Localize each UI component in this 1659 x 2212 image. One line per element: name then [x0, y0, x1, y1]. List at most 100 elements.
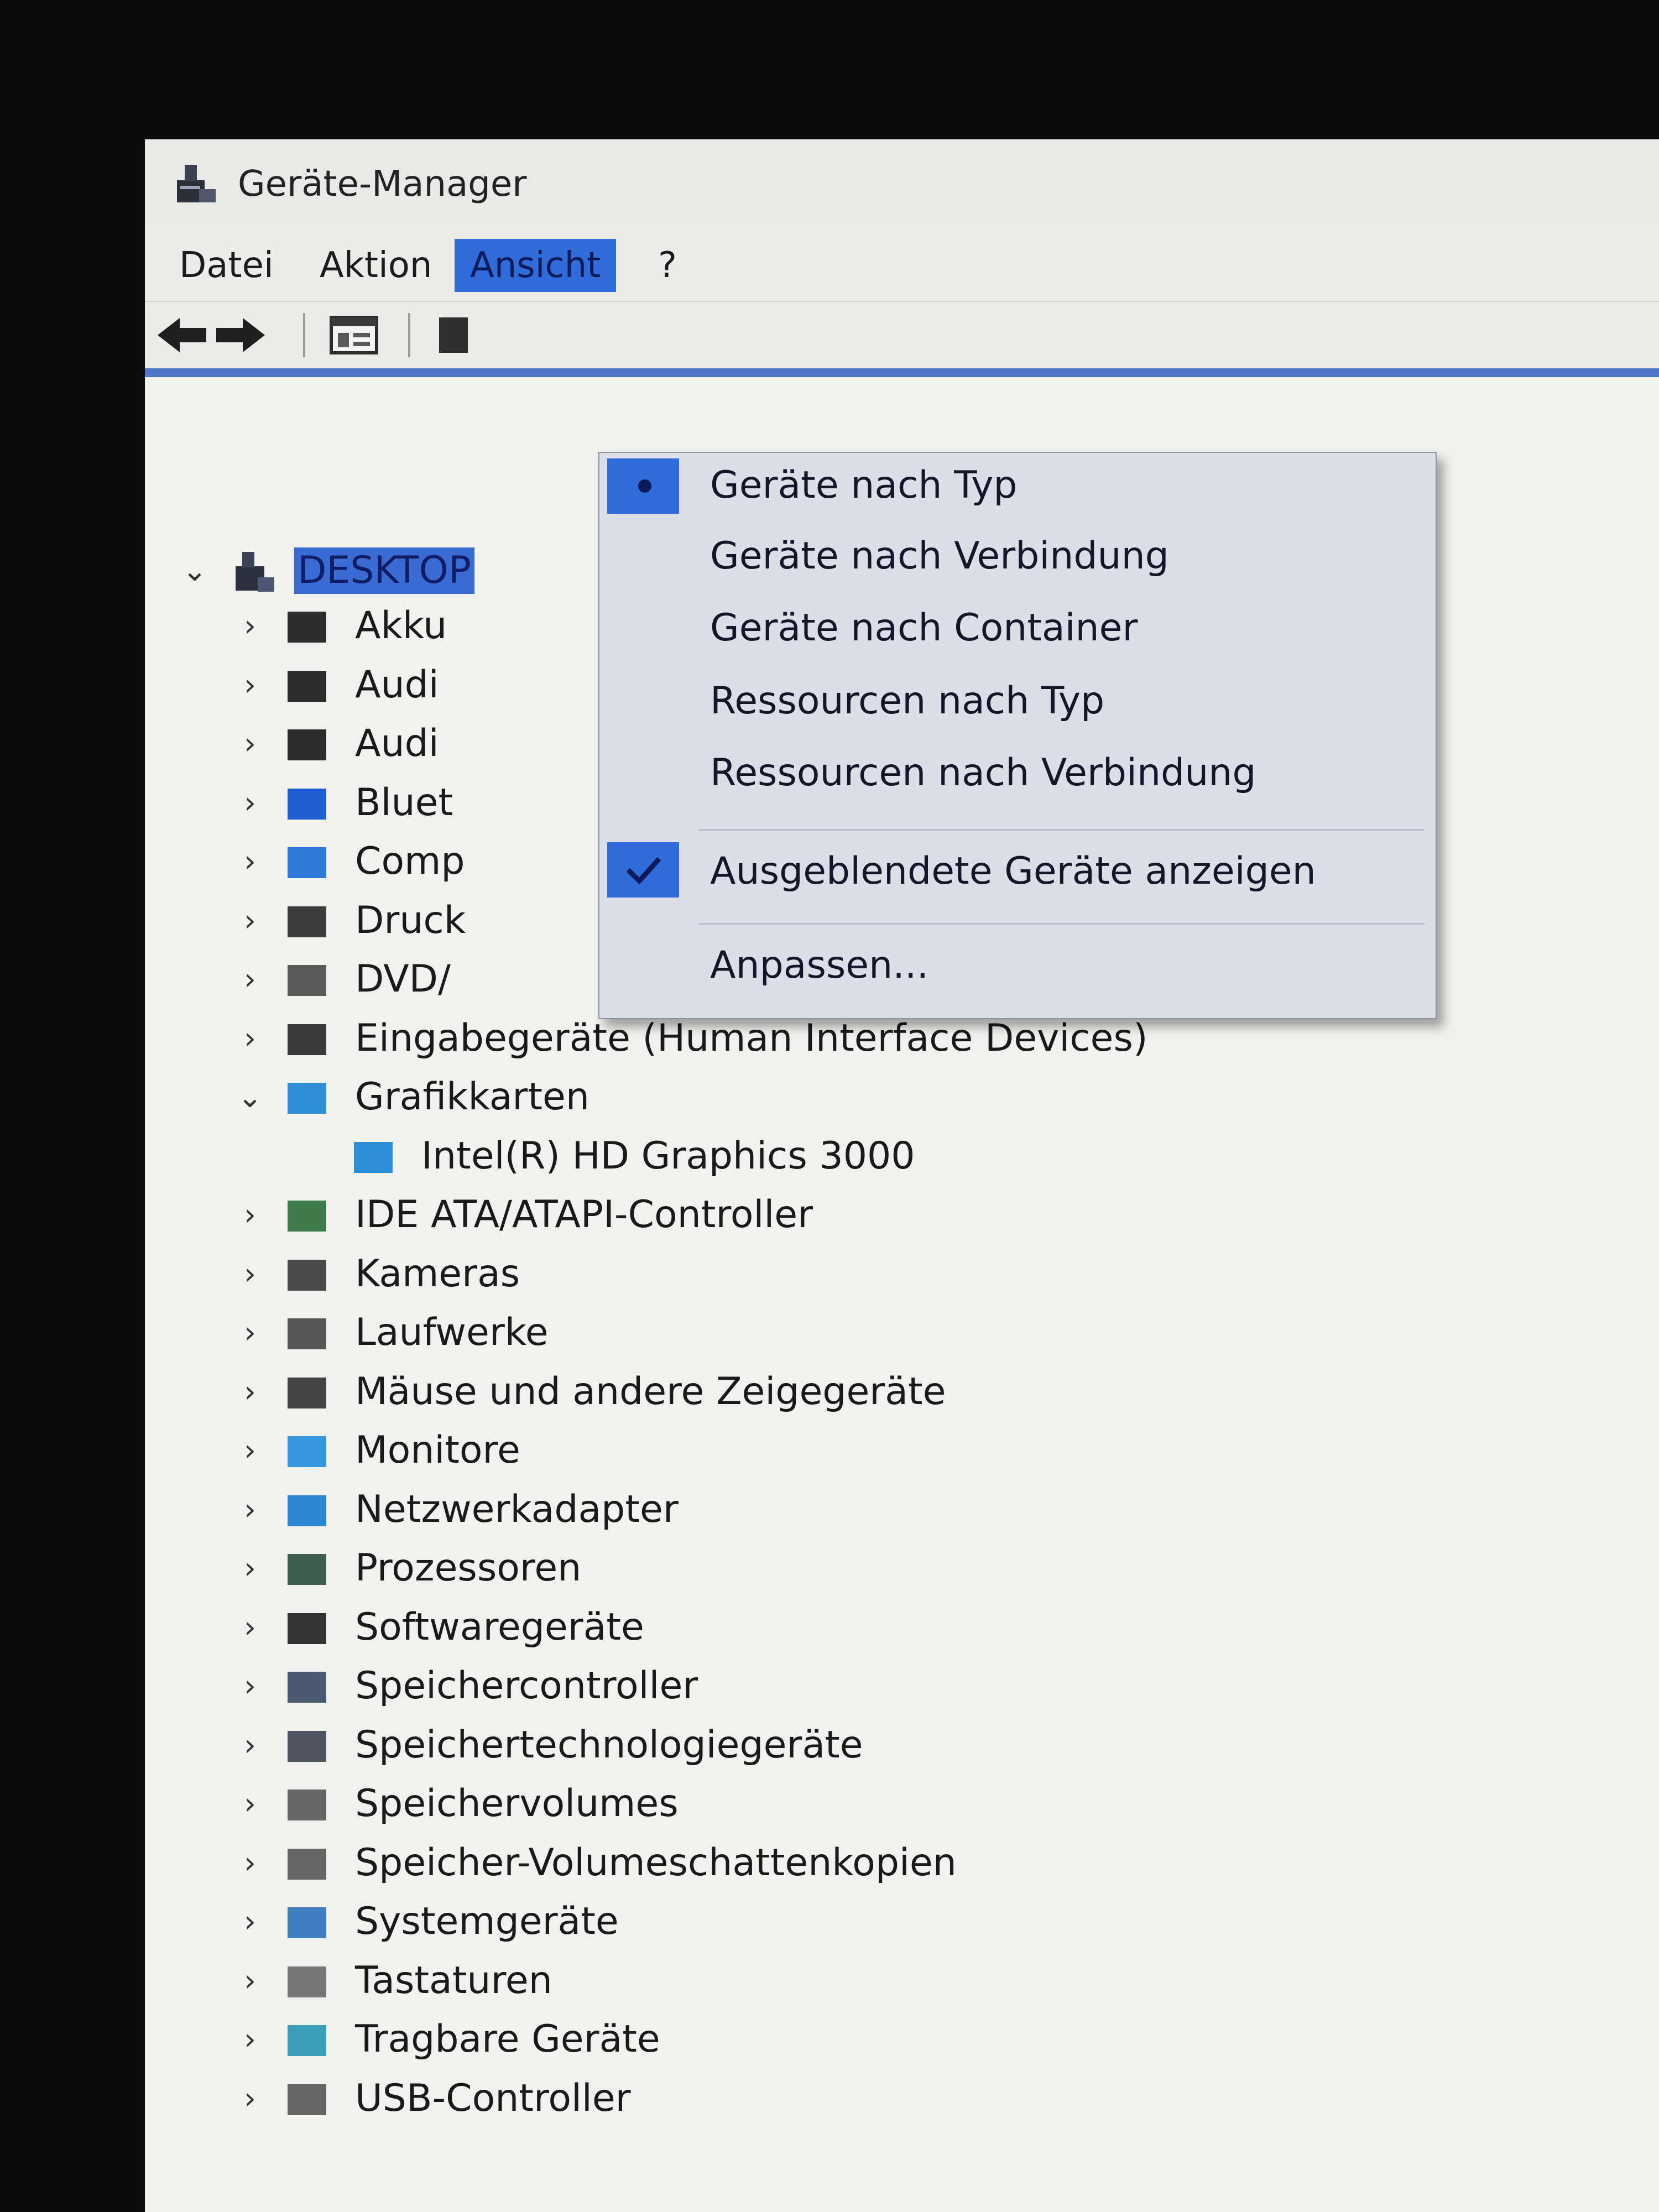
tree-category[interactable]: › Kameras [145, 1246, 1361, 1302]
check-marker [607, 842, 679, 898]
tree-category-label: USB-Controller [355, 2076, 631, 2120]
tree-category[interactable]: › Systemgeräte [145, 1894, 1361, 1949]
radio-selected-marker [607, 458, 679, 514]
tree-category[interactable]: › Tragbare Geräte [145, 2012, 1361, 2067]
back-button[interactable] [156, 310, 209, 361]
chevron-right-icon[interactable]: › [233, 727, 267, 760]
display-adapter-icon [288, 1083, 326, 1114]
chevron-right-icon[interactable]: › [233, 2023, 267, 2056]
chevron-right-icon[interactable]: › [233, 1787, 267, 1820]
tree-category[interactable]: › Speichervolumes [145, 1776, 1361, 1832]
chevron-down-icon[interactable]: ⌄ [233, 1081, 267, 1114]
camera-icon [288, 1259, 326, 1291]
chevron-right-icon[interactable]: › [233, 1964, 267, 1997]
chevron-right-icon[interactable]: › [233, 1493, 267, 1526]
menu-separator [699, 923, 1425, 925]
mouse-icon [288, 1377, 326, 1408]
tree-device-label: Intel(R) HD Graphics 3000 [421, 1134, 915, 1178]
device-manager-app-icon [177, 165, 216, 202]
tree-category-label: Speichervolumes [355, 1782, 679, 1825]
tree-category[interactable]: › Mäuse und andere Zeigegeräte [145, 1364, 1361, 1420]
chevron-right-icon[interactable]: › [233, 1375, 267, 1408]
chevron-down-icon[interactable]: ⌄ [178, 554, 211, 587]
chevron-right-icon[interactable]: › [233, 1728, 267, 1762]
tree-category[interactable]: › Softwaregeräte [145, 1600, 1361, 1655]
menu-item-geraete-nach-typ[interactable]: Geräte nach Typ [599, 453, 1436, 519]
monitor-icon [288, 1436, 326, 1467]
menu-item-geraete-nach-container[interactable]: Geräte nach Container [599, 596, 1436, 662]
menu-item-label: Geräte nach Verbindung [710, 534, 1169, 578]
tree-category-label: Tastaturen [355, 1958, 552, 2002]
portable-device-icon [288, 2025, 326, 2056]
forward-button[interactable] [213, 310, 267, 361]
tree-category[interactable]: › IDE ATA/ATAPI-Controller [145, 1187, 1361, 1243]
chevron-right-icon[interactable]: › [233, 904, 267, 937]
tree-category-label: IDE ATA/ATAPI-Controller [355, 1193, 813, 1237]
window-title: Geräte-Manager [238, 164, 527, 205]
menu-item-label: Ausgeblendete Geräte anzeigen [710, 849, 1316, 893]
menu-ansicht[interactable]: Ansicht [455, 239, 617, 292]
tree-category[interactable]: ⌄ Grafikkarten [145, 1070, 1361, 1125]
chevron-right-icon[interactable]: › [233, 845, 267, 878]
tree-category[interactable]: › Speicher-Volumeschattenkopien [145, 1835, 1361, 1891]
properties-sheet-icon [330, 316, 378, 354]
processor-icon [288, 1554, 326, 1585]
chevron-right-icon[interactable]: › [233, 609, 267, 643]
storage-controller-icon [288, 1672, 326, 1703]
bluetooth-icon [288, 788, 326, 820]
display-adapter-icon [354, 1141, 393, 1173]
tree-category[interactable]: › Laufwerke [145, 1305, 1361, 1360]
radio-dot-icon [638, 479, 651, 493]
tree-category[interactable]: › Tastaturen [145, 1953, 1361, 2008]
tree-category[interactable]: › Speichertechnologiegeräte [145, 1718, 1361, 1773]
menu-aktion[interactable]: Aktion [304, 239, 447, 292]
tree-category-label: Speichercontroller [355, 1664, 698, 1708]
chevron-right-icon[interactable]: › [233, 1198, 267, 1232]
dvd-drive-icon [288, 965, 326, 996]
menu-item-ressourcen-nach-verbindung[interactable]: Ressourcen nach Verbindung [599, 740, 1436, 807]
disk-drive-icon [288, 1318, 326, 1349]
chevron-right-icon[interactable]: › [233, 1610, 267, 1644]
tree-category-label: Prozessoren [355, 1546, 582, 1590]
toolbar [145, 302, 1659, 369]
tree-category-label: Bluet [355, 780, 453, 825]
tree-category-label: Softwaregeräte [355, 1605, 644, 1649]
menu-help[interactable]: ? [643, 239, 692, 292]
chevron-right-icon[interactable]: › [233, 1021, 267, 1055]
tree-category[interactable]: › Netzwerkadapter [145, 1482, 1361, 1537]
printer-icon [288, 906, 326, 937]
chevron-right-icon[interactable]: › [233, 1552, 267, 1585]
menu-item-label: Geräte nach Typ [710, 463, 1018, 507]
title-bar: Geräte-Manager [145, 139, 1659, 228]
tree-device[interactable]: Intel(R) HD Graphics 3000 [145, 1129, 1361, 1184]
tree-category-label: Kameras [355, 1251, 520, 1296]
device-icon [439, 317, 468, 353]
chevron-right-icon[interactable]: › [233, 1316, 267, 1349]
tree-category[interactable]: › Speichercontroller [145, 1658, 1361, 1714]
menu-item-ressourcen-nach-typ[interactable]: Ressourcen nach Typ [599, 669, 1436, 735]
tree-category-label: Eingabegeräte (Human Interface Devices) [355, 1016, 1148, 1060]
chevron-right-icon[interactable]: › [233, 1434, 267, 1467]
toolbar-button[interactable] [427, 310, 480, 361]
chevron-right-icon[interactable]: › [233, 963, 267, 996]
tree-category[interactable]: › Monitore [145, 1423, 1361, 1478]
menu-datei[interactable]: Datei [164, 239, 289, 292]
chevron-right-icon[interactable]: › [233, 1257, 267, 1291]
chevron-right-icon[interactable]: › [233, 668, 267, 702]
chevron-right-icon[interactable]: › [233, 1846, 267, 1880]
chevron-right-icon[interactable]: › [233, 1905, 267, 1938]
menu-item-ausgeblendete-geraete[interactable]: Ausgeblendete Geräte anzeigen [599, 839, 1436, 905]
menu-item-geraete-nach-verbindung[interactable]: Geräte nach Verbindung [599, 524, 1436, 590]
tree-category-label: DVD/ [355, 957, 451, 1001]
chevron-right-icon[interactable]: › [233, 2081, 267, 2115]
properties-button[interactable] [327, 310, 380, 361]
tree-category-label: Monitore [355, 1428, 520, 1472]
tree-category[interactable]: › Prozessoren [145, 1541, 1361, 1596]
chevron-right-icon[interactable]: › [233, 1670, 267, 1703]
speaker-icon [288, 670, 326, 702]
tree-category[interactable]: › USB-Controller [145, 2071, 1361, 2126]
menu-item-anpassen[interactable]: Anpassen... [599, 933, 1436, 999]
chevron-right-icon[interactable]: › [233, 786, 267, 820]
tree-category-label: Comp [355, 839, 465, 883]
tree-category-label: Mäuse und andere Zeigegeräte [355, 1369, 946, 1413]
